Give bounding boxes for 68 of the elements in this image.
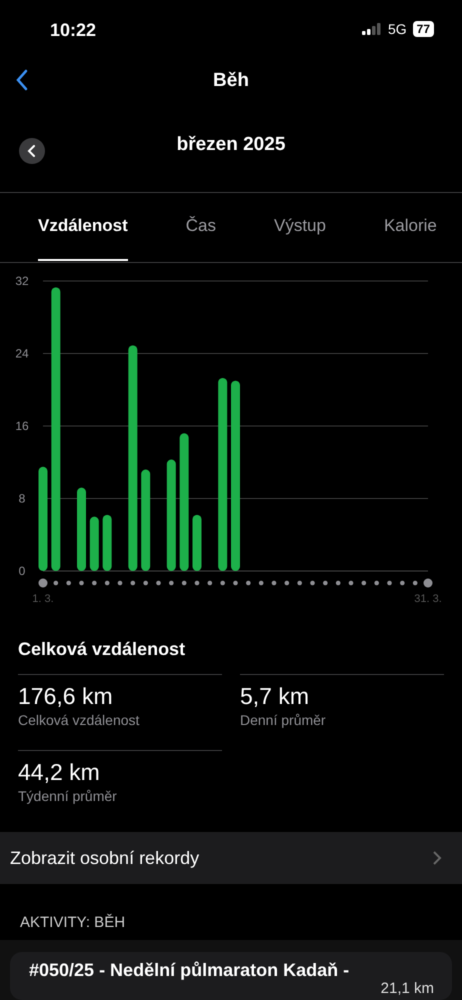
records-row[interactable]: Zobrazit osobní rekordy — [0, 832, 462, 884]
day-dot — [424, 578, 432, 588]
previous-month-button[interactable] — [19, 138, 45, 164]
day-dot — [130, 580, 136, 586]
day-dot — [54, 580, 58, 586]
chevron-icon — [27, 145, 37, 157]
day-dot — [323, 580, 328, 586]
network-label: 5G — [388, 21, 407, 37]
tab[interactable]: Kalorie — [384, 193, 437, 261]
stat-value: 5,7 km — [240, 683, 310, 710]
day-dot — [104, 580, 110, 586]
axis-label: 8 — [18, 492, 26, 506]
tab[interactable]: Výstup — [274, 193, 326, 261]
chevron-icon — [15, 69, 29, 91]
day-dot — [336, 580, 340, 586]
day-dot — [182, 580, 186, 586]
tab[interactable]: Vzdálenost — [38, 193, 128, 261]
day-dot — [246, 580, 251, 586]
axis-label: 0 — [18, 564, 26, 578]
axis-label: 32 — [15, 274, 29, 288]
bar — [102, 514, 112, 571]
day-dot — [400, 580, 405, 586]
stat-label: Týdenní průměr — [18, 788, 118, 804]
activity-card[interactable]: #050/25 - Nedělní půlmaraton Kadaň - 21,1 km — [10, 952, 452, 1000]
day-dot — [92, 580, 97, 586]
screen-title: Běh — [213, 70, 249, 92]
activity-title: #050/25 - Nedělní půlmaraton Kadaň - — [29, 960, 350, 980]
day-dot — [169, 580, 174, 586]
day-dot — [233, 580, 238, 586]
day-dot — [284, 580, 290, 586]
day-dot — [412, 580, 418, 586]
day-dot — [220, 580, 225, 586]
day-dot — [194, 580, 200, 586]
battery-level: 77 — [412, 21, 434, 37]
stat-label: Denní průměr — [240, 712, 327, 728]
stat-value: 44,2 km — [18, 759, 101, 786]
day-dot — [310, 580, 315, 586]
axis-label: 16 — [15, 419, 29, 433]
back-button[interactable] — [14, 69, 30, 93]
stat-value: 176,6 km — [18, 683, 114, 710]
bar — [90, 516, 99, 571]
day-dot — [297, 580, 302, 586]
axis-label: 1. 3. — [32, 593, 54, 605]
day-dot — [374, 580, 379, 586]
day-dot — [79, 580, 84, 586]
chevron-icon — [433, 851, 442, 865]
day-dot — [66, 580, 71, 586]
month-label: březen 2025 — [176, 134, 286, 156]
day-dot — [272, 580, 276, 586]
tab[interactable]: Čas — [186, 193, 216, 261]
day-dot — [258, 580, 264, 586]
day-dot — [387, 580, 392, 586]
activity-distance: 21,1 km — [380, 980, 434, 997]
day-dot — [362, 580, 366, 586]
day-dot — [118, 580, 122, 586]
day-dot — [156, 580, 161, 586]
stat-label: Celková vzdálenost — [18, 712, 140, 728]
day-dot — [348, 580, 354, 586]
signal-icon — [362, 23, 382, 35]
axis-label: 31. 3. — [414, 593, 442, 605]
section-title: Celková vzdálenost — [18, 639, 186, 660]
clock-time: 10:22 — [50, 18, 98, 40]
day-dot — [38, 578, 48, 588]
axis-label: 24 — [15, 346, 29, 360]
section-heading: AKTIVITY: BĚH — [19, 912, 126, 933]
day-dot — [143, 580, 148, 586]
day-dot — [208, 580, 212, 586]
bar — [192, 514, 202, 571]
